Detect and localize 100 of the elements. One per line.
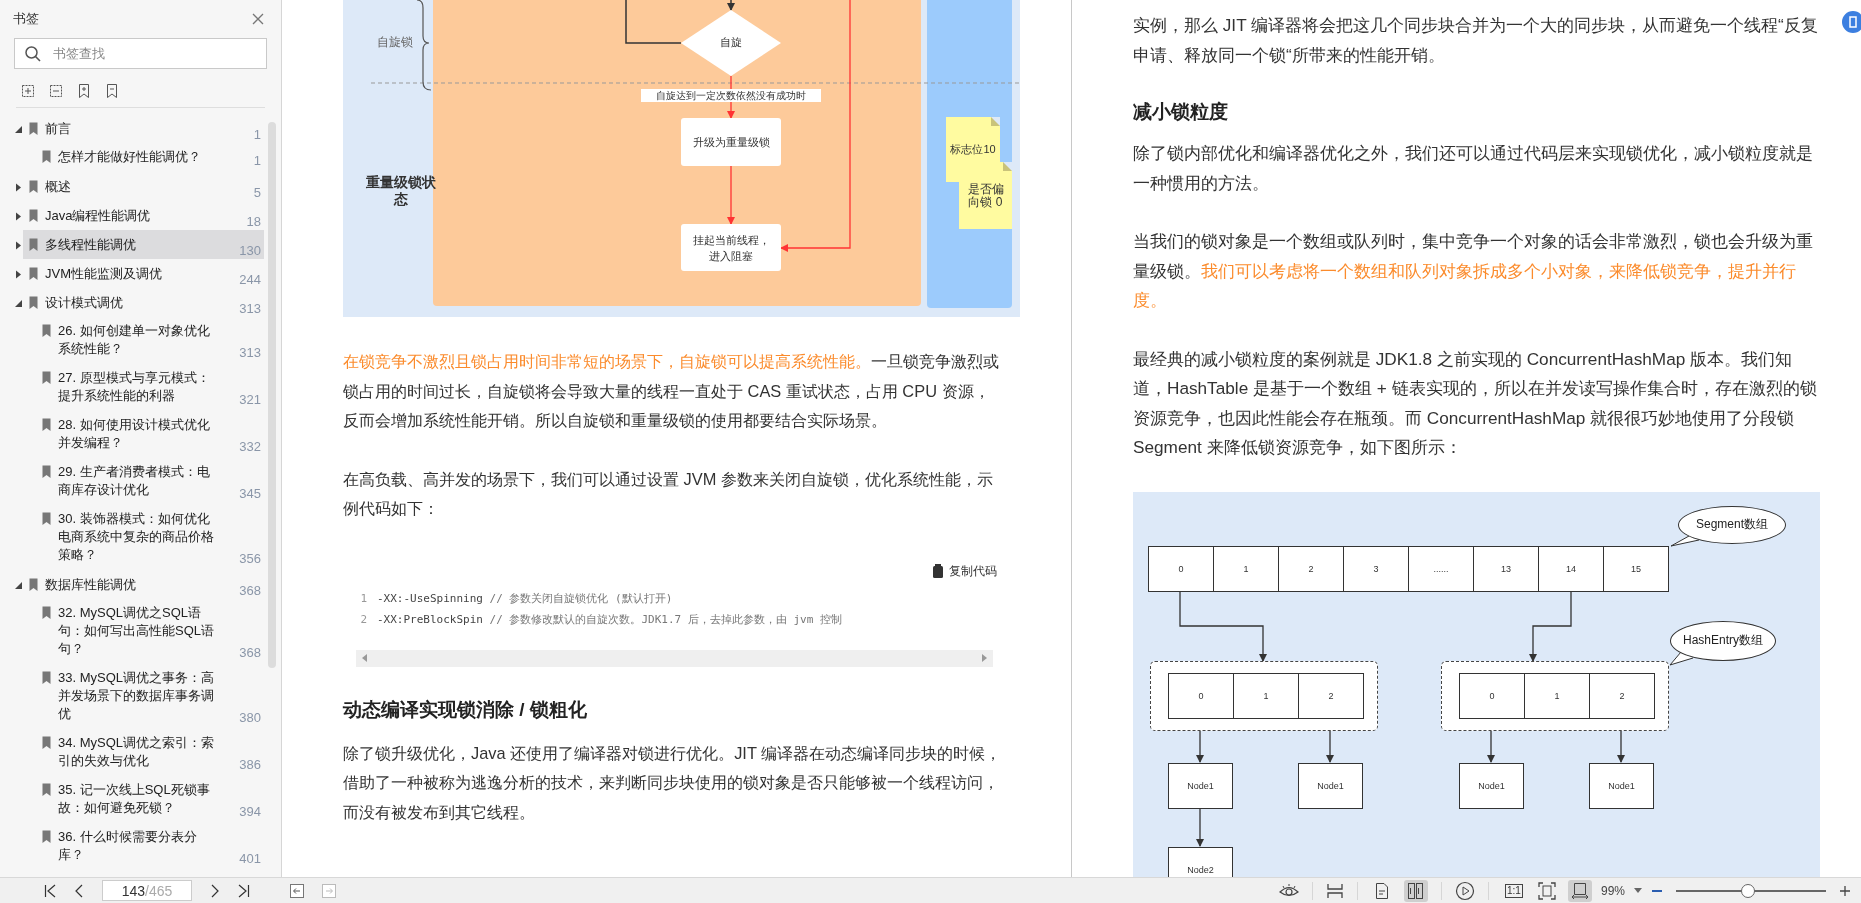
bookmark-item[interactable]: 30. 装饰器模式：如何优化电商系统中复杂的商品价格策略？ 356 <box>14 505 264 570</box>
actual-size-button[interactable]: 1:1 <box>1501 879 1526 902</box>
paragraph: 在锁竞争不激烈且锁占用时间非常短的场景下，自旋锁可以提高系统性能。一旦锁竞争激烈或锁占用的时间过长，自旋锁将会导致大量的线程一直处于 CAS 重试状态，占用 CPU 资源，反而会增加系统性能开销。所以自旋锁和重量级锁的使用都要结合实际场景。 <box>343 351 1000 431</box>
next-page-icon[interactable] <box>210 883 220 898</box>
bookmark-item[interactable]: 数据库性能调优 368 <box>14 570 264 599</box>
page-number: 5 <box>252 184 262 202</box>
previous-page-icon[interactable] <box>74 883 84 898</box>
bookmark-icon <box>28 578 39 592</box>
bubble-tail <box>1670 535 1700 546</box>
bookmark-item[interactable]: Java编程性能调优 18 <box>14 201 264 230</box>
page-number: 394 <box>238 803 262 821</box>
bookmark-icon <box>41 606 52 620</box>
first-page-icon[interactable] <box>44 883 56 898</box>
bookmark-item[interactable]: 概述 5 <box>14 172 264 201</box>
fit-page-icon <box>1537 881 1556 900</box>
caret-icon[interactable] <box>14 270 23 279</box>
fit-width-button[interactable] <box>1567 879 1592 902</box>
expand-all-icon[interactable] <box>20 83 36 99</box>
diagram-label: 重量级锁状态 <box>365 174 437 208</box>
bookmark-item[interactable]: 33. MySQL调优之事务：高并发场景下的数据库事务调优 380 <box>14 664 264 729</box>
bookmark-item[interactable]: 设计模式调优 313 <box>14 288 264 317</box>
slider-thumb[interactable] <box>1741 883 1755 898</box>
bookmark-icon <box>41 150 52 164</box>
two-page-icon <box>1407 881 1425 900</box>
arrow <box>727 0 735 11</box>
array-cell: 14 <box>1539 545 1604 592</box>
bookmark-icon <box>41 512 52 526</box>
two-page-view-button[interactable] <box>1403 879 1428 902</box>
page-number: 380 <box>238 709 262 727</box>
line-number: 2 <box>359 611 367 628</box>
page-number: 244 <box>238 271 262 289</box>
caret-icon[interactable] <box>14 241 23 250</box>
scrollbar-thumb[interactable] <box>268 122 276 668</box>
bookmark-item[interactable]: 36. 什么时候需要分表分库？ 401 <box>14 823 264 870</box>
page-number: 386 <box>238 756 262 774</box>
floating-button[interactable] <box>1841 10 1861 34</box>
close-icon[interactable] <box>251 12 265 26</box>
zoom-in-icon[interactable] <box>1839 884 1851 897</box>
last-page-icon[interactable] <box>238 883 250 898</box>
bookmark-item[interactable]: 32. MySQL调优之SQL语句：如何写出高性能SQL语句？ 368 <box>14 599 264 664</box>
array-cell: 0 <box>1169 672 1234 719</box>
paragraph: 在高负载、高并发的场景下，我们可以通过设置 JVM 参数来关闭自旋锁，优化系统性能，示例代码如下： <box>343 468 994 519</box>
section-heading: 减小锁粒度 <box>1133 100 1229 124</box>
play-icon[interactable] <box>1454 880 1475 901</box>
bookmark-icon <box>28 180 39 194</box>
connector-line <box>625 0 682 44</box>
bookmark-item[interactable]: JVM性能监测及调优 244 <box>14 259 264 288</box>
copy-code-link[interactable]: 复制代码 <box>932 562 997 580</box>
node-box: Node2 <box>1168 846 1233 877</box>
bookmark-icon <box>41 671 52 685</box>
page-number: 368 <box>238 582 262 600</box>
page-number: 1 <box>252 152 262 170</box>
page-number-field[interactable]: 143/465 <box>102 880 192 901</box>
clipboard-icon <box>932 564 945 578</box>
page-number: 332 <box>238 438 262 456</box>
page-number: 345 <box>238 485 262 503</box>
page-number: 313 <box>238 344 262 362</box>
dropdown-caret-icon[interactable] <box>1634 888 1642 893</box>
page-number: 1 <box>252 126 262 144</box>
bookmark-item[interactable]: 26. 如何创建单一对象优化系统性能？ 313 <box>14 317 264 364</box>
array-cell: ...... <box>1409 545 1474 592</box>
paragraph: 最经典的减小锁粒度的案例就是 JDK1.8 之前实现的 ConcurrentHashMap 版本。我们知道，HashTable 是基于一个数组 + 链表实现的，所以在并发读写操作集合时，存在激烈的锁资源竞争，也因此性能会存在瓶颈。而 ConcurrentHashMap 就很很巧妙地使用了分段锁 Segment 来降低锁资源竞争，如下图所示： <box>1133 347 1818 459</box>
bookmark-icon <box>41 465 52 479</box>
array-cell: 0 <box>1460 672 1525 719</box>
page-number: 313 <box>238 300 262 318</box>
array-cell: 1 <box>1234 672 1299 719</box>
bookmark-item[interactable]: 29. 生产者消费者模式：电商库存设计优化 345 <box>14 458 264 505</box>
caret-icon[interactable] <box>14 183 23 192</box>
bookmark-icon <box>28 238 39 252</box>
add-bookmark-icon[interactable] <box>76 83 92 99</box>
array-cell: 3 <box>1344 545 1409 592</box>
paragraph: 实例，那么 JIT 编译器将会把这几个同步块合并为一个大的同步块，从而避免一个线程“反复申请、释放同一个锁“所带来的性能开销。 <box>1133 14 1819 67</box>
caret-icon[interactable] <box>14 125 23 134</box>
bookmark-item[interactable]: 前言 1 <box>14 114 264 143</box>
paragraph: 除了锁内部优化和编译器优化之外，我们还可以通过代码层来实现锁优化，减小锁粒度就是一种惯用的方法。 <box>1133 142 1814 195</box>
back-icon[interactable] <box>290 883 304 898</box>
caret-icon[interactable] <box>14 299 23 308</box>
bookmark-item[interactable]: 28. 如何使用设计模式优化并发编程？ 332 <box>14 411 264 458</box>
bookmark-icon <box>28 122 39 136</box>
eye-icon[interactable] <box>1278 882 1299 899</box>
sticky-note: 是否偏向锁 0 <box>959 162 1012 229</box>
page-number: 130 <box>238 242 262 260</box>
node-box: Node1 <box>1298 762 1363 809</box>
bookmark-item[interactable]: 怎样才能做好性能调优？ 1 <box>14 143 264 172</box>
page-number: 401 <box>238 850 262 868</box>
arrow <box>1529 590 1572 662</box>
bookmark-item[interactable]: 27. 原型模式与享元模式：提升系统性能的利器 321 <box>14 364 264 411</box>
caret-icon[interactable] <box>14 212 23 221</box>
panel-title: 书签 <box>13 10 39 28</box>
page-number: 18 <box>245 213 262 231</box>
bookmark-item[interactable]: 34. MySQL调优之索引：索引的失效与优化 386 <box>14 729 264 776</box>
page-number: 356 <box>238 550 262 568</box>
bookmark-icon[interactable] <box>104 83 120 99</box>
caret-icon[interactable] <box>14 581 23 590</box>
paragraph: 当我们的锁对象是一个数组或队列时，集中竞争一个对象的话会非常激烈，锁也会升级为重量级锁。我们可以考虑将一个数组和队列对象拆成多个小对象，来降低锁竞争，提升并行度。 <box>1133 230 1814 312</box>
page-number: 321 <box>238 391 262 409</box>
collapse-all-icon[interactable] <box>48 83 64 99</box>
split-view-icon[interactable] <box>1325 882 1344 899</box>
search-field[interactable]: 书签查找 <box>14 38 267 69</box>
bookmark-item[interactable]: 35. 记一次线上SQL死锁事故：如何避免死锁？ 394 <box>14 776 264 823</box>
